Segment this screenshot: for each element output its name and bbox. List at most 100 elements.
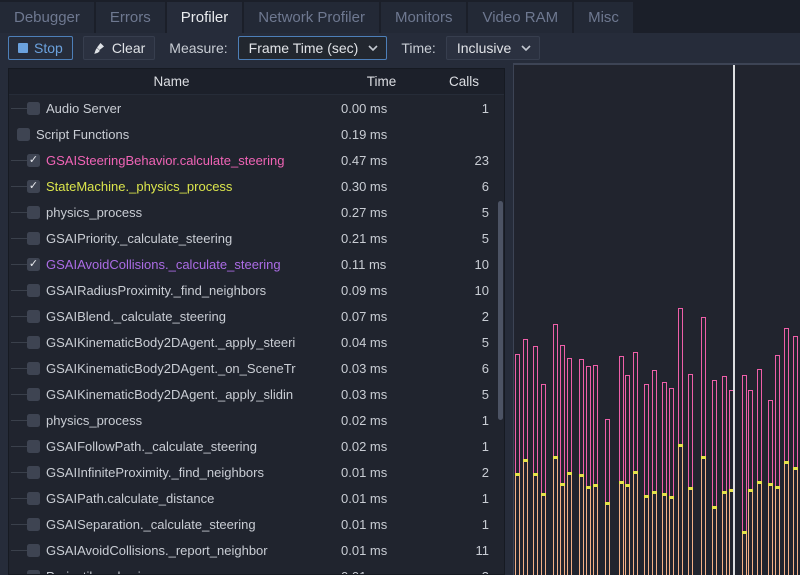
tab-video-ram[interactable]: Video RAM	[468, 2, 572, 33]
frame-bar-orange	[605, 505, 610, 575]
time-dropdown[interactable]: Inclusive	[446, 36, 540, 60]
table-row[interactable]: GSAIFollowPath._calculate_steering0.02 m…	[9, 433, 504, 459]
checkbox-unchecked[interactable]	[27, 414, 40, 427]
frame-bar-orange	[742, 534, 747, 575]
checkbox-unchecked[interactable]	[27, 388, 40, 401]
frame-bar-yellow-tick	[619, 481, 624, 484]
time-label: Time:	[401, 40, 435, 56]
table-row[interactable]: GSAIKinematicBody2DAgent._on_SceneTr0.03…	[9, 355, 504, 381]
function-calls: 1	[429, 517, 489, 532]
frame-bar-yellow-tick	[553, 456, 558, 459]
frame-bar-yellow-tick	[625, 484, 630, 487]
table-row[interactable]: GSAIPriority._calculate_steering0.21 ms5	[9, 225, 504, 251]
frame-cursor-line[interactable]	[733, 65, 735, 575]
frame-bar-orange	[644, 498, 649, 575]
frame-bar-orange	[625, 487, 630, 575]
frame-bar-pink	[523, 339, 528, 460]
table-row[interactable]: GSAIBlend._calculate_steering0.07 ms2	[9, 303, 504, 329]
tree-line	[11, 550, 27, 551]
checkbox-unchecked[interactable]	[27, 310, 40, 323]
frame-bar-yellow-tick	[701, 456, 706, 459]
function-name: physics_process	[46, 205, 142, 220]
checkbox-checked[interactable]: ✓	[27, 180, 40, 193]
frame-bar-pink	[605, 419, 610, 503]
tree-line	[11, 472, 27, 473]
table-row[interactable]: ✓ GSAIAvoidCollisions._calculate_steering…	[9, 251, 504, 277]
function-time: 0.30 ms	[341, 179, 387, 194]
table-row[interactable]: GSAIPath.calculate_distance0.01 ms1	[9, 485, 504, 511]
frame-bar-yellow-tick	[567, 472, 572, 475]
function-calls: 5	[429, 205, 489, 220]
table-row[interactable]: GSAIRadiusProximity._find_neighbors 0.09 …	[9, 277, 504, 303]
frame-bar-yellow-tick	[748, 489, 753, 492]
frame-bar-orange	[784, 464, 789, 575]
column-header-name[interactable]: Name	[9, 74, 334, 89]
checkbox-unchecked[interactable]	[27, 284, 40, 297]
checkbox-unchecked[interactable]	[27, 544, 40, 557]
checkbox-checked[interactable]: ✓	[27, 154, 40, 167]
table-row[interactable]: GSAIKinematicBody2DAgent._apply_steeri0.…	[9, 329, 504, 355]
column-header-time[interactable]: Time	[334, 74, 429, 89]
tree-line	[11, 394, 27, 395]
stop-button[interactable]: Stop	[8, 36, 73, 60]
measure-dropdown[interactable]: Frame Time (sec)	[238, 36, 388, 60]
frame-bar-orange	[662, 496, 667, 575]
table-scrollbar[interactable]	[498, 201, 503, 420]
table-row[interactable]: GSAIAvoidCollisions._report_neighbor0.01…	[9, 537, 504, 563]
tree-line	[11, 316, 27, 317]
tab-errors[interactable]: Errors	[96, 2, 165, 33]
frame-bar-orange	[688, 490, 693, 575]
table-row[interactable]: physics_process0.27 ms5	[9, 199, 504, 225]
function-name: GSAIInfiniteProximity._find_neighbors	[46, 465, 264, 480]
table-row[interactable]: ✓GSAISteeringBehavior.calculate_steering…	[9, 147, 504, 173]
checkbox-unchecked[interactable]	[27, 362, 40, 375]
checkbox-unchecked[interactable]	[17, 128, 30, 141]
frame-bar-pink	[678, 308, 683, 445]
frame-bar-orange	[652, 494, 657, 575]
frame-bar-pink	[619, 356, 624, 482]
frame-bar-orange	[775, 489, 780, 575]
tab-misc[interactable]: Misc	[574, 2, 633, 33]
profiler-graph[interactable]	[513, 63, 800, 575]
table-row[interactable]: GSAISeparation._calculate_steering0.01 m…	[9, 511, 504, 537]
checkbox-unchecked[interactable]	[27, 232, 40, 245]
function-time: 0.19 ms	[341, 127, 387, 142]
function-name: GSAIRadiusProximity._find_neighbors	[46, 283, 266, 298]
checkbox-unchecked[interactable]	[27, 492, 40, 505]
frame-bar-pink	[775, 355, 780, 487]
table-row[interactable]: GSAIKinematicBody2DAgent._apply_slidin0.…	[9, 381, 504, 407]
function-time: 0.47 ms	[341, 153, 387, 168]
frame-bar-orange	[553, 459, 558, 575]
table-row[interactable]: physics_process0.02 ms1	[9, 407, 504, 433]
function-calls: 5	[429, 335, 489, 350]
table-row[interactable]: Projectile._physics_process0.01 ms3	[9, 563, 504, 575]
table-row[interactable]: GSAIInfiniteProximity._find_neighbors0.0…	[9, 459, 504, 485]
table-row[interactable]: Audio Server0.00 ms1	[9, 95, 504, 121]
checkbox-unchecked[interactable]	[27, 518, 40, 531]
checkbox-unchecked[interactable]	[27, 206, 40, 219]
table-row[interactable]: ✓StateMachine._physics_process0.30 ms6	[9, 173, 504, 199]
frame-bar-pink	[533, 346, 538, 474]
tab-monitors[interactable]: Monitors	[381, 2, 467, 33]
checkbox-unchecked[interactable]	[27, 102, 40, 115]
tab-network-profiler[interactable]: Network Profiler	[244, 2, 379, 33]
table-row[interactable]: Script Functions0.19 ms	[9, 121, 504, 147]
function-calls: 10	[429, 257, 489, 272]
frame-bar-pink	[662, 382, 667, 494]
profiler-function-table: Name Time Calls Audio Server0.00 ms1Scri…	[8, 68, 505, 575]
checkbox-checked[interactable]: ✓	[27, 258, 40, 271]
frame-bar-pink	[748, 390, 753, 490]
frame-bar-yellow-tick	[593, 484, 598, 487]
column-header-calls[interactable]: Calls	[429, 74, 499, 89]
checkbox-unchecked[interactable]	[27, 466, 40, 479]
function-name: GSAIAvoidCollisions._calculate_steering	[46, 257, 281, 272]
frame-bar-yellow-tick	[533, 473, 538, 476]
checkbox-unchecked[interactable]	[27, 570, 40, 575]
tab-debugger[interactable]: Debugger	[0, 2, 94, 33]
tab-profiler[interactable]: Profiler	[167, 2, 243, 33]
checkbox-unchecked[interactable]	[27, 336, 40, 349]
function-time: 0.09 ms	[341, 283, 387, 298]
checkbox-unchecked[interactable]	[27, 440, 40, 453]
frame-bar-pink	[768, 400, 773, 484]
clear-button[interactable]: Clear	[83, 36, 155, 60]
